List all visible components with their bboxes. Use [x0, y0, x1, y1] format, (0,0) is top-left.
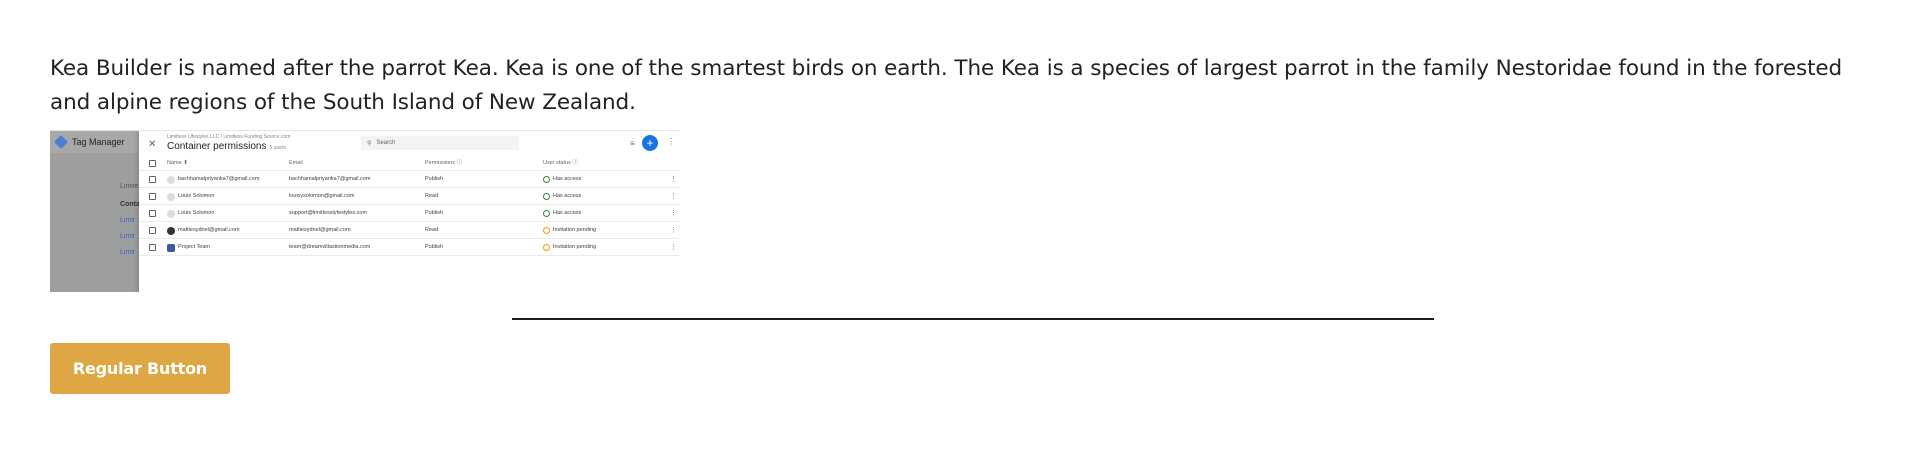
user-status-cell: Invitation pending: [543, 222, 596, 239]
user-status: Has access: [553, 176, 582, 182]
check-circle-icon: [543, 176, 550, 183]
user-status-cell: Invitation pending: [543, 239, 596, 256]
column-header-name: Name ⬆: [167, 160, 188, 166]
close-icon: ✕: [148, 139, 157, 150]
user-email: bachhamalpriyanka7@gmail.com: [289, 176, 371, 182]
tag-manager-logo-icon: [53, 134, 69, 150]
user-permission: Publish: [425, 210, 444, 216]
table-row: bachhamalpriyanka7@gmail.com bachhamalpri…: [139, 171, 680, 188]
intro-paragraph: Kea Builder is named after the parrot Ke…: [50, 56, 1843, 115]
row-more-icon: ⋮: [670, 210, 677, 217]
user-name-cell: mattiesydnel@gmail.com: [167, 222, 240, 239]
user-name: Project Team: [178, 244, 210, 250]
row-checkbox: [149, 176, 156, 183]
user-email: mattiesydnel@gmail.com: [289, 227, 351, 233]
user-status: Has access: [553, 210, 582, 216]
user-status: Invitation pending: [553, 244, 597, 250]
add-user-icon: +: [642, 135, 658, 151]
tag-manager-header: Tag Manager: [50, 131, 139, 153]
avatar: [167, 192, 175, 201]
avatar: [167, 243, 175, 252]
table-row: mattiesydnel@gmail.com mattiesydnel@gmail…: [139, 222, 680, 239]
row-more-icon: ⋮: [670, 193, 677, 200]
more-options-icon: ⋮: [667, 137, 675, 146]
row-checkbox: [149, 227, 156, 234]
behind-label: Limit: [120, 249, 135, 256]
table-row: Project Team team@dreamvillastionmedia.co…: [139, 239, 680, 256]
panel-title-text: Container permissions: [167, 141, 267, 152]
behind-label: Limit: [120, 233, 135, 240]
table-header-row: Name ⬆ Email Permissions ⓘ User status ⓘ: [139, 155, 680, 171]
user-name: Louis Solomon: [178, 193, 215, 199]
check-circle-icon: [543, 210, 550, 217]
user-name-cell: Louis Solomon: [167, 188, 214, 205]
user-status: Has access: [553, 193, 582, 199]
row-checkbox: [149, 210, 156, 217]
tag-manager-name: Tag Manager: [72, 137, 125, 147]
row-more-icon: ⋮: [670, 227, 677, 234]
avatar: [167, 226, 175, 235]
user-email: support@limitlesslyfestyles.com: [289, 210, 368, 216]
pending-icon: [543, 244, 550, 251]
search-box: ⚲ Search: [361, 136, 519, 150]
panel-title: Container permissions 5 users: [167, 141, 286, 152]
user-name: mattiesydnel@gmail.com: [178, 227, 240, 233]
user-status: Invitation pending: [553, 227, 597, 233]
table-row: Louis Solomon louisysolomon@gmail.com Read…: [139, 188, 680, 205]
behind-label: Limit: [120, 217, 135, 224]
user-name: bachhamalpriyanka7@gmail.com: [178, 176, 260, 182]
panel-title-sub: 5 users: [269, 145, 286, 151]
row-more-icon: ⋮: [670, 244, 677, 251]
permissions-panel: ✕ Limitless Lifestyles LLC / Limitless F…: [139, 131, 680, 292]
user-permission: Read: [425, 227, 439, 233]
avatar: [167, 209, 175, 218]
regular-button[interactable]: Regular Button: [50, 343, 230, 394]
search-icon: ⚲: [367, 140, 372, 147]
select-all-checkbox: [149, 160, 156, 167]
user-email: team@dreamvillastionmedia.com: [289, 244, 371, 250]
pending-icon: [543, 227, 550, 234]
user-name: Louis Solomon: [178, 210, 215, 216]
user-permission: Read: [425, 193, 439, 199]
user-name-cell: Louis Solomon: [167, 205, 214, 222]
column-header-permissions: Permissions ⓘ: [425, 160, 462, 166]
behind-label: Limite: [120, 183, 139, 190]
user-status-cell: Has access: [543, 205, 581, 222]
user-name-cell: bachhamalpriyanka7@gmail.com: [167, 171, 259, 188]
screenshot-backdrop: [50, 131, 139, 292]
user-permission: Publish: [425, 244, 444, 250]
column-header-email: Email: [289, 160, 303, 166]
row-checkbox: [149, 244, 156, 251]
column-header-status: User status ⓘ: [543, 160, 578, 166]
user-permission: Publish: [425, 176, 444, 182]
table-row: Louis Solomon support@limitlesslyfestyles…: [139, 205, 680, 222]
search-placeholder: Search: [376, 140, 396, 146]
row-checkbox: [149, 193, 156, 200]
user-name-cell: Project Team: [167, 239, 210, 256]
user-status-cell: Has access: [543, 188, 581, 205]
behind-label: Conta: [120, 201, 139, 208]
horizontal-divider: [512, 318, 1434, 320]
filter-icon: ≡: [630, 139, 635, 148]
container-permissions-screenshot: Tag Manager Limite Conta Limit Limit Lim…: [50, 130, 680, 292]
user-email: louisysolomon@gmail.com: [289, 193, 355, 199]
breadcrumb: Limitless Lifestyles LLC / Limitless Fun…: [167, 134, 291, 140]
check-circle-icon: [543, 193, 550, 200]
user-status-cell: Has access: [543, 171, 581, 188]
avatar: [167, 175, 175, 184]
permissions-table: Name ⬆ Email Permissions ⓘ User status ⓘ…: [139, 155, 680, 256]
row-more-icon: ⋮: [670, 176, 677, 183]
